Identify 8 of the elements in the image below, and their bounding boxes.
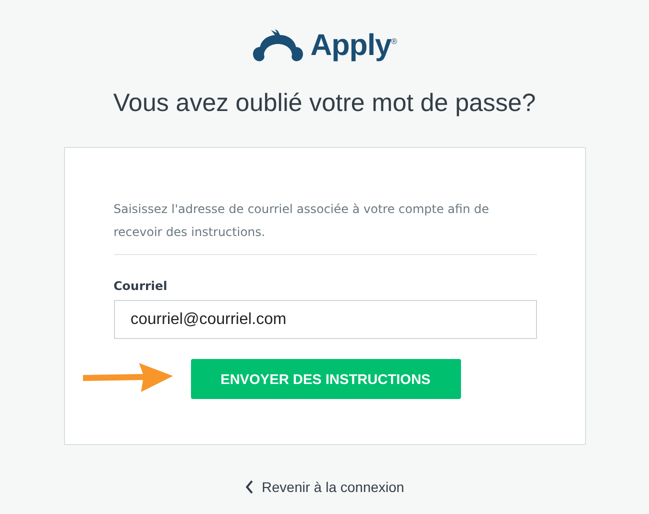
monkey-logo-icon	[252, 29, 304, 63]
email-field[interactable]: courriel@courriel.com	[114, 300, 536, 339]
logo-text: Apply$^{®}$	[310, 29, 397, 63]
chevron-left-icon	[244, 480, 254, 494]
email-label: Courriel	[114, 279, 168, 293]
back-link[interactable]: Revenir à la connexion	[244, 479, 404, 495]
description-text: Saisissez l'adresse de courriel associée à votre compte afin de recevoir des instructions.	[114, 201, 490, 241]
page-title: Vous avez oublié votre mot de passe?	[113, 88, 536, 119]
